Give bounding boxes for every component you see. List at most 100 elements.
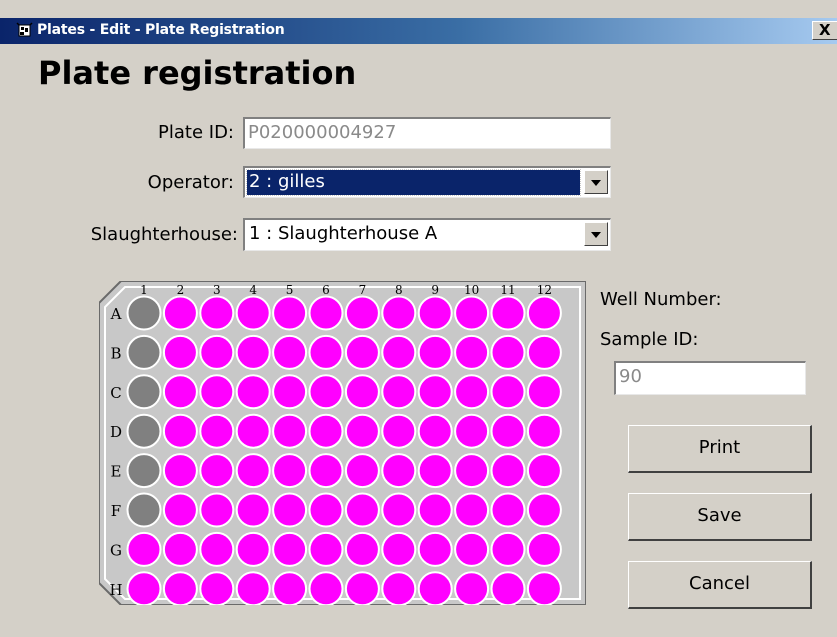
- plate-well[interactable]: [381, 295, 417, 331]
- plate-well[interactable]: [126, 492, 162, 528]
- plate-well[interactable]: [526, 531, 562, 567]
- plate-well[interactable]: [454, 531, 490, 567]
- plate-well[interactable]: [417, 413, 453, 449]
- plate-well[interactable]: [454, 571, 490, 605]
- plate-well[interactable]: [417, 571, 453, 605]
- operator-dropdown-button[interactable]: [584, 170, 608, 194]
- plate-well[interactable]: [344, 571, 380, 605]
- plate-well[interactable]: [454, 374, 490, 410]
- plate-well[interactable]: [526, 571, 562, 605]
- plate-well[interactable]: [526, 295, 562, 331]
- plate-well[interactable]: [162, 295, 198, 331]
- plate-well[interactable]: [490, 374, 526, 410]
- plate-well[interactable]: [235, 571, 271, 605]
- plate-well[interactable]: [526, 413, 562, 449]
- plate-well[interactable]: [308, 413, 344, 449]
- plate-well[interactable]: [235, 531, 271, 567]
- plate-well[interactable]: [162, 334, 198, 370]
- plate-well[interactable]: [454, 413, 490, 449]
- plate-well[interactable]: [344, 374, 380, 410]
- plate-well[interactable]: [454, 295, 490, 331]
- plate-well[interactable]: [199, 295, 235, 331]
- plate-well[interactable]: [490, 453, 526, 489]
- plate-well[interactable]: [308, 295, 344, 331]
- plate-well[interactable]: [235, 413, 271, 449]
- plate-well[interactable]: [126, 334, 162, 370]
- plate-well[interactable]: [344, 295, 380, 331]
- plate-well[interactable]: [417, 453, 453, 489]
- plate-well[interactable]: [162, 453, 198, 489]
- plate-well[interactable]: [490, 492, 526, 528]
- plate-well[interactable]: [235, 453, 271, 489]
- plate-well[interactable]: [308, 531, 344, 567]
- plate-well[interactable]: [199, 571, 235, 605]
- plate-well[interactable]: [344, 413, 380, 449]
- plate-well[interactable]: [199, 453, 235, 489]
- plate-well[interactable]: [417, 531, 453, 567]
- plate-well[interactable]: [126, 453, 162, 489]
- plate-well[interactable]: [162, 413, 198, 449]
- plate-well[interactable]: [272, 413, 308, 449]
- plate-well[interactable]: [381, 413, 417, 449]
- plate-well[interactable]: [490, 334, 526, 370]
- plate-well[interactable]: [344, 492, 380, 528]
- save-button[interactable]: Save: [628, 493, 812, 541]
- plate-well[interactable]: [381, 453, 417, 489]
- plate-well[interactable]: [126, 413, 162, 449]
- plate-well[interactable]: [308, 492, 344, 528]
- cancel-button[interactable]: Cancel: [628, 561, 812, 609]
- plate-well[interactable]: [381, 571, 417, 605]
- plate-well[interactable]: [235, 334, 271, 370]
- plate-well[interactable]: [272, 492, 308, 528]
- slaughterhouse-dropdown-button[interactable]: [584, 222, 608, 246]
- plate-well[interactable]: [417, 334, 453, 370]
- plate-well[interactable]: [272, 571, 308, 605]
- operator-select[interactable]: 2 : gilles: [243, 166, 611, 198]
- title-bar[interactable]: Plates - Edit - Plate Registration X: [0, 18, 837, 44]
- plate-well[interactable]: [235, 295, 271, 331]
- plate-well[interactable]: [381, 374, 417, 410]
- plate-well[interactable]: [417, 492, 453, 528]
- plate-well[interactable]: [272, 295, 308, 331]
- print-button[interactable]: Print: [628, 425, 812, 473]
- plate-well[interactable]: [490, 531, 526, 567]
- plate-well[interactable]: [490, 413, 526, 449]
- plate-well[interactable]: [308, 453, 344, 489]
- plate-well[interactable]: [199, 531, 235, 567]
- plate-well[interactable]: [490, 571, 526, 605]
- plate-well[interactable]: [526, 374, 562, 410]
- plate-well[interactable]: [199, 374, 235, 410]
- plate-well[interactable]: [454, 453, 490, 489]
- plate-well[interactable]: [344, 531, 380, 567]
- plate-well[interactable]: [526, 453, 562, 489]
- plate-well[interactable]: [162, 531, 198, 567]
- plate-id-field[interactable]: P020000004927: [243, 117, 611, 149]
- plate-well[interactable]: [381, 334, 417, 370]
- plate-well[interactable]: [381, 531, 417, 567]
- plate-well[interactable]: [490, 295, 526, 331]
- plate-well[interactable]: [526, 492, 562, 528]
- sample-id-field[interactable]: 90: [614, 361, 806, 395]
- plate-well[interactable]: [417, 295, 453, 331]
- plate-well[interactable]: [272, 374, 308, 410]
- plate-well[interactable]: [381, 492, 417, 528]
- plate-well[interactable]: [126, 295, 162, 331]
- plate-well[interactable]: [308, 334, 344, 370]
- plate-well[interactable]: [344, 453, 380, 489]
- plate-well[interactable]: [235, 492, 271, 528]
- slaughterhouse-select[interactable]: 1 : Slaughterhouse A: [243, 218, 611, 251]
- plate-well[interactable]: [199, 492, 235, 528]
- plate-well[interactable]: [126, 374, 162, 410]
- plate-well[interactable]: [272, 334, 308, 370]
- plate-well[interactable]: [454, 492, 490, 528]
- plate-well[interactable]: [162, 374, 198, 410]
- plate-well[interactable]: [308, 571, 344, 605]
- plate-well[interactable]: [199, 413, 235, 449]
- plate-well[interactable]: [162, 492, 198, 528]
- plate-well[interactable]: [162, 571, 198, 605]
- plate-well[interactable]: [235, 374, 271, 410]
- plate-well[interactable]: [126, 571, 162, 605]
- plate-well[interactable]: [126, 531, 162, 567]
- plate-well[interactable]: [344, 334, 380, 370]
- plate-well[interactable]: [308, 374, 344, 410]
